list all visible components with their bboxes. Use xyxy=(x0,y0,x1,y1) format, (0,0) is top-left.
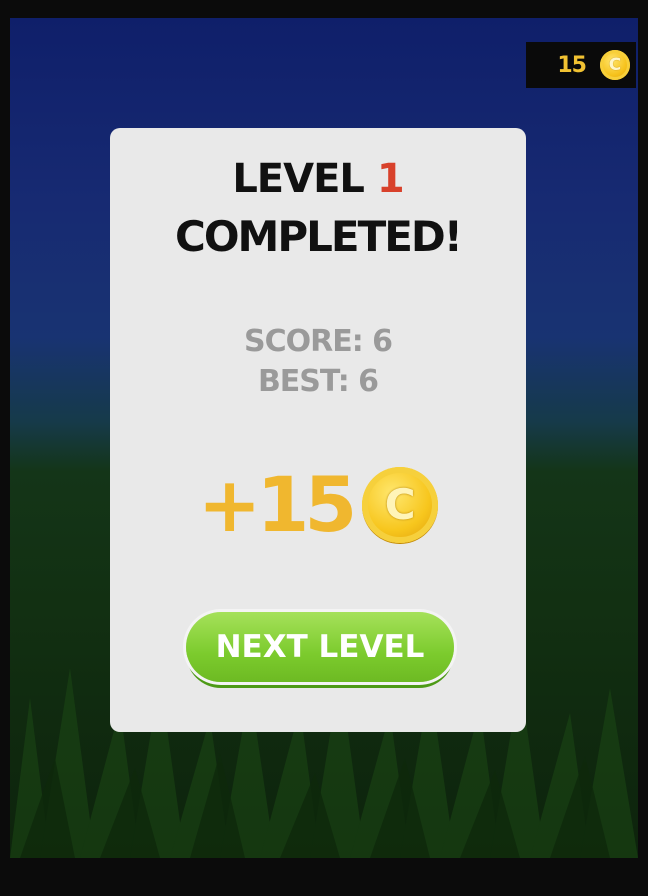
completed-title: COMPLETED! xyxy=(175,212,463,261)
game-viewport: 15 C LEVEL 1 COMPLETED! SCORE: 6 BEST: 6… xyxy=(10,18,638,858)
next-level-button-label: NEXT LEVEL xyxy=(215,629,425,665)
reward-amount: +15 xyxy=(197,460,357,549)
level-complete-panel: LEVEL 1 COMPLETED! SCORE: 6 BEST: 6 +15 … xyxy=(110,128,526,732)
coin-glyph: C xyxy=(608,55,622,75)
game-screen: 15 C LEVEL 1 COMPLETED! SCORE: 6 BEST: 6… xyxy=(0,0,648,896)
coin-count: 15 xyxy=(557,52,587,78)
coin-icon: C xyxy=(362,466,439,543)
best-score-label: BEST: 6 xyxy=(257,364,379,399)
score-label: SCORE: 6 xyxy=(243,324,393,359)
coin-counter: 15 C xyxy=(526,42,636,88)
next-level-button[interactable]: NEXT LEVEL xyxy=(186,612,454,682)
level-number: 1 xyxy=(376,156,405,202)
coin-icon: C xyxy=(600,50,630,80)
level-title-word: LEVEL xyxy=(232,156,365,202)
coin-reward: +15 C xyxy=(110,460,526,549)
level-title: LEVEL 1 xyxy=(110,156,526,202)
coin-glyph: C xyxy=(384,480,416,529)
